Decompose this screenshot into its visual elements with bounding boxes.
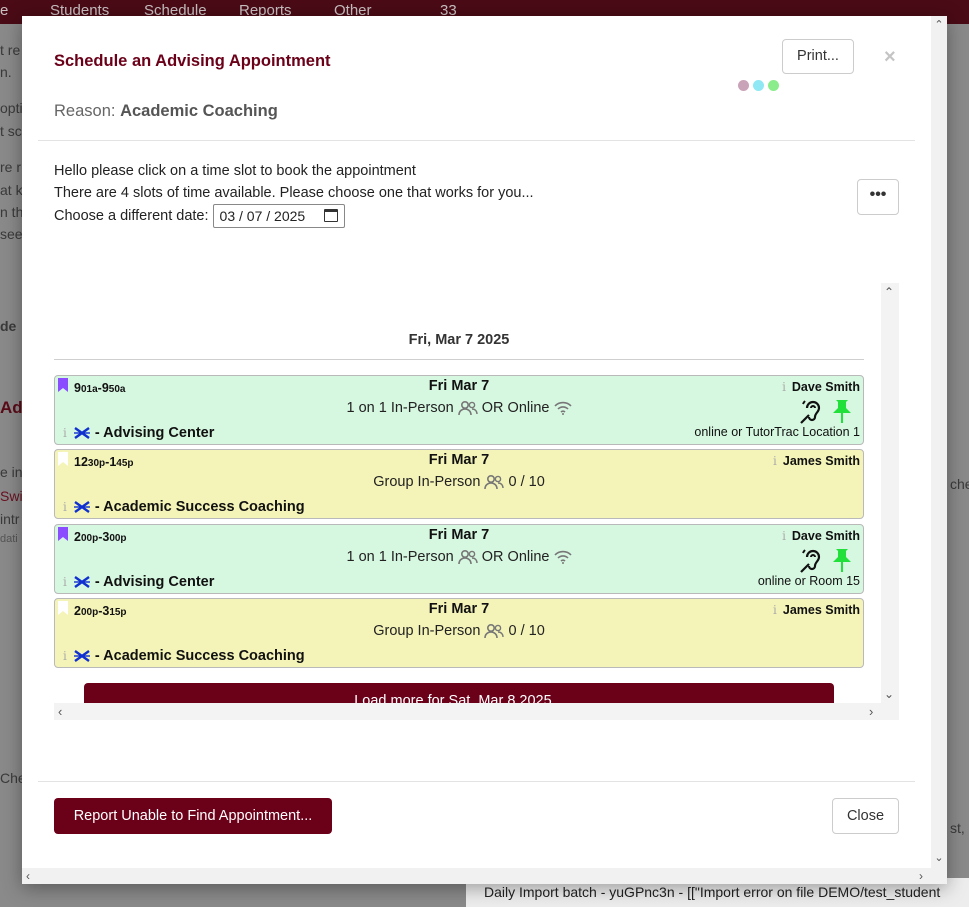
slot-center: i- Academic Success Coaching (63, 648, 305, 664)
info-icon: i (773, 454, 777, 468)
day-divider (54, 359, 864, 360)
slot-type: 1 on 1 In-Person OR Online (55, 400, 863, 416)
slot-list-vertical-scrollbar[interactable]: ⌃ ⌄ (881, 283, 899, 703)
modal-vertical-scrollbar[interactable]: ⌃ ⌄ (931, 16, 947, 868)
slot-location: online or Room 15 (757, 574, 860, 588)
intro-line-2: There are 4 slots of time available. Ple… (54, 184, 534, 201)
date-row: Choose a different date: 03 / 07 / 2025 (54, 204, 534, 228)
intro-line-1: Hello please click on a time slot to boo… (54, 163, 416, 179)
date-input[interactable]: 03 / 07 / 2025 (212, 204, 345, 228)
scroll-up-icon[interactable]: ⌃ (933, 19, 945, 31)
info-icon: i (63, 649, 67, 663)
bg-text: at k (0, 182, 23, 198)
time-slot[interactable]: 1230p-145p Fri Mar 7 Group In-Person 0 /… (54, 449, 864, 519)
scroll-left-icon[interactable]: ‹ (58, 704, 62, 719)
bg-text: intr (0, 511, 20, 527)
slot-center: i- Academic Success Coaching (63, 499, 305, 515)
report-unable-button[interactable]: Report Unable to Find Appointment... (54, 798, 332, 834)
modal-horizontal-scrollbar[interactable]: ‹ › (22, 868, 947, 884)
bg-text: st, b (950, 820, 969, 836)
intro-text: Hello please click on a time slot to boo… (54, 161, 534, 228)
day-header: Fri, Mar 7 2025 (408, 332, 510, 348)
info-icon: i (63, 426, 67, 440)
date-value: 03 / 07 / 2025 (219, 208, 306, 224)
scroll-right-icon[interactable]: › (919, 869, 923, 883)
loading-dots-icon (738, 78, 783, 91)
modal-title: Schedule an Advising Appointment (54, 52, 331, 70)
accommodation-badges (793, 547, 857, 573)
slot-location: online or TutorTrac Location 1 (694, 425, 860, 439)
slot-type: Group In-Person 0 / 10 (373, 474, 545, 490)
center-logo-icon (73, 427, 90, 440)
bg-text: n. (0, 64, 12, 80)
pin-icon (833, 400, 851, 423)
info-icon: i (782, 529, 786, 543)
slot-date: Fri Mar 7 (428, 452, 490, 468)
appointment-modal: Schedule an Advising Appointment Reason:… (22, 16, 947, 884)
bg-text: t re (0, 42, 21, 58)
slot-list-panel: Fri, Mar 7 2025 901a-950a Fri Mar 7 1 on… (54, 283, 899, 720)
slot-date: Fri Mar 7 (428, 378, 490, 394)
slot-list-horizontal-scrollbar[interactable]: ‹ › (54, 703, 899, 720)
tutor-name: i Dave Smith (782, 380, 860, 394)
wifi-icon (553, 401, 572, 416)
slot-center: i- Advising Center (63, 425, 215, 441)
bg-text: n th (0, 204, 24, 220)
print-button[interactable]: Print... (782, 39, 854, 74)
bg-text: chec (950, 476, 969, 492)
bg-text: dati (0, 533, 18, 545)
bg-text: Ad (0, 398, 23, 417)
scroll-left-icon[interactable]: ‹ (26, 869, 30, 883)
time-slot[interactable]: 901a-950a Fri Mar 7 1 on 1 In-Person OR … (54, 375, 864, 445)
people-icon (484, 475, 505, 490)
tutor-name: i Dave Smith (782, 529, 860, 543)
bg-text: e in (0, 464, 23, 480)
reason-line: Reason: Academic Coaching (54, 102, 278, 121)
slot-center: i- Advising Center (63, 574, 215, 590)
bg-text: see (0, 226, 23, 242)
scroll-down-icon[interactable]: ⌄ (933, 852, 945, 864)
people-icon (457, 401, 478, 416)
nav-item-fragment: e (0, 2, 9, 19)
slot-date: Fri Mar 7 (428, 527, 490, 543)
info-icon: i (773, 603, 777, 617)
people-icon (484, 624, 505, 639)
reason-label: Reason: (54, 102, 116, 120)
info-icon: i (63, 575, 67, 589)
info-icon: i (63, 500, 67, 514)
info-icon: i (782, 380, 786, 394)
center-logo-icon (73, 501, 90, 514)
bg-text: de (0, 318, 17, 334)
header-divider (38, 140, 915, 141)
footer-divider (38, 781, 915, 782)
slot-date: Fri Mar 7 (428, 601, 490, 617)
bg-text: re r (0, 159, 21, 175)
hearing-icon (800, 400, 821, 424)
time-slot[interactable]: 200p-300p Fri Mar 7 1 on 1 In-Person OR … (54, 524, 864, 594)
slot-type: Group In-Person 0 / 10 (373, 623, 545, 639)
calendar-icon[interactable] (323, 209, 338, 222)
pin-icon (833, 549, 851, 572)
close-icon[interactable]: × (884, 46, 896, 69)
choose-date-label: Choose a different date: (54, 207, 209, 224)
time-slot[interactable]: 200p-315p Fri Mar 7 Group In-Person 0 / … (54, 598, 864, 668)
more-options-button[interactable]: ••• (857, 179, 899, 215)
scroll-right-icon[interactable]: › (869, 704, 873, 719)
close-button[interactable]: Close (832, 798, 899, 834)
accommodation-badges (793, 398, 857, 424)
hearing-icon (800, 549, 821, 573)
center-logo-icon (73, 650, 90, 663)
tutor-name: i James Smith (773, 603, 860, 617)
wifi-icon (553, 550, 572, 565)
scroll-down-icon[interactable]: ⌄ (884, 687, 894, 701)
reason-value: Academic Coaching (120, 102, 278, 120)
slot-type: 1 on 1 In-Person OR Online (55, 549, 863, 565)
tutor-name: i James Smith (773, 454, 860, 468)
center-logo-icon (73, 576, 90, 589)
people-icon (457, 550, 478, 565)
scroll-up-icon[interactable]: ⌃ (884, 285, 894, 299)
bg-text: Swi (0, 488, 23, 504)
